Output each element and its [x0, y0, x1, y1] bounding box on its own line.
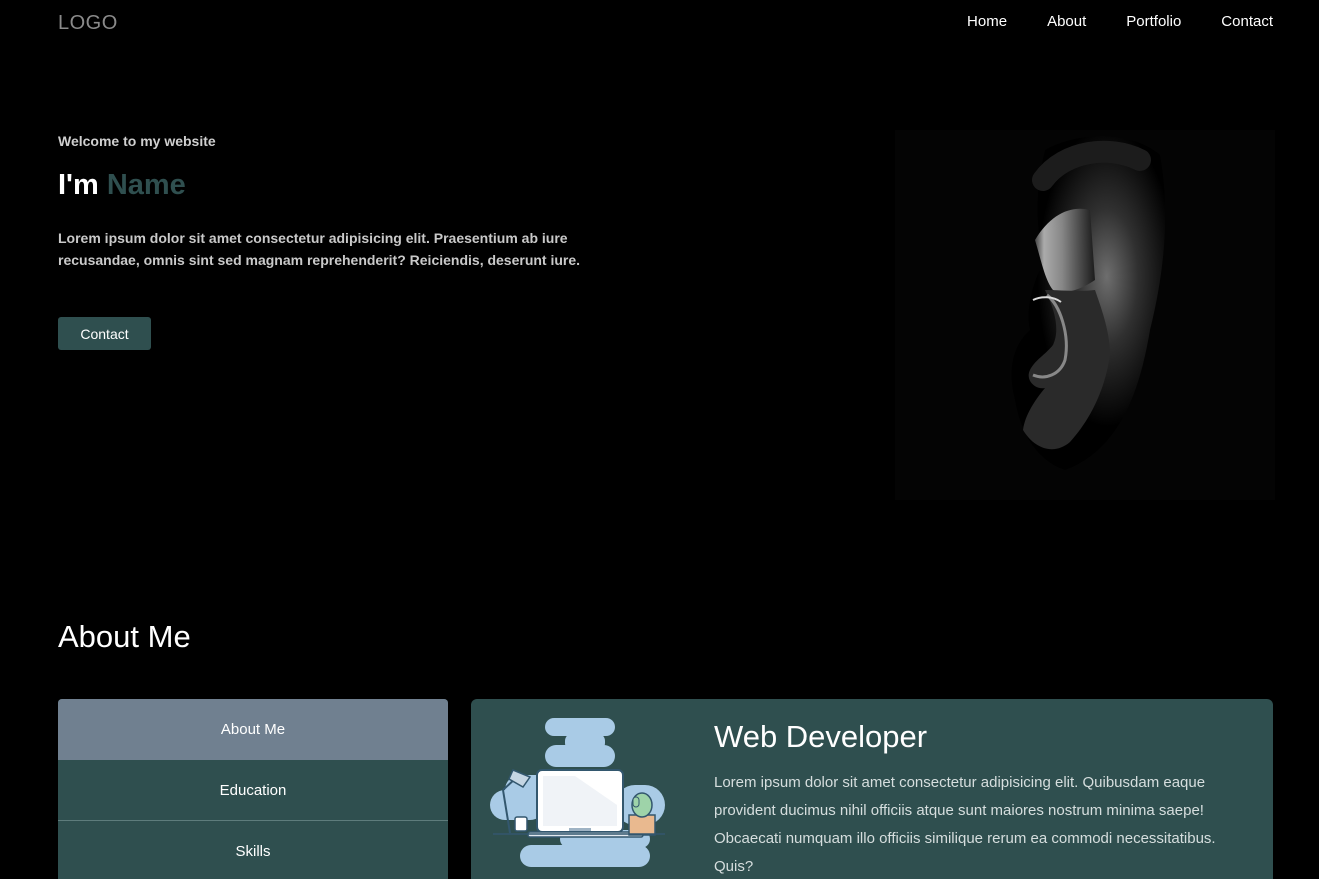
- nav-contact-link[interactable]: Contact: [1221, 13, 1273, 30]
- contact-button[interactable]: Contact: [58, 317, 151, 350]
- tab-about-me[interactable]: About Me: [58, 699, 448, 760]
- nav-about-link[interactable]: About: [1047, 13, 1086, 30]
- hero-title-prefix: I'm: [58, 169, 99, 201]
- about-card: Web Developer Lorem ipsum dolor sit amet…: [471, 699, 1273, 879]
- nav-home-link[interactable]: Home: [967, 13, 1007, 30]
- logo[interactable]: LOGO: [58, 12, 118, 35]
- main-nav: Home About Portfolio Contact: [967, 13, 1273, 30]
- card-title: Web Developer: [714, 719, 928, 754]
- tab-education[interactable]: Education: [58, 760, 448, 821]
- about-title: About Me: [58, 619, 191, 654]
- hero-title: I'm Name: [58, 169, 186, 202]
- hero-title-name: Name: [106, 169, 186, 201]
- workspace-illustration: [490, 718, 665, 867]
- nav-portfolio-link[interactable]: Portfolio: [1126, 13, 1181, 30]
- card-text: Lorem ipsum dolor sit amet consectetur a…: [714, 774, 1216, 875]
- hero-description: Lorem ipsum dolor sit amet consectetur a…: [58, 230, 581, 268]
- tab-skills[interactable]: Skills: [58, 821, 448, 879]
- portrait-image: [895, 130, 1275, 500]
- about-tabs: About Me Education Skills: [58, 699, 448, 879]
- hero-subtitle: Welcome to my website: [58, 133, 216, 149]
